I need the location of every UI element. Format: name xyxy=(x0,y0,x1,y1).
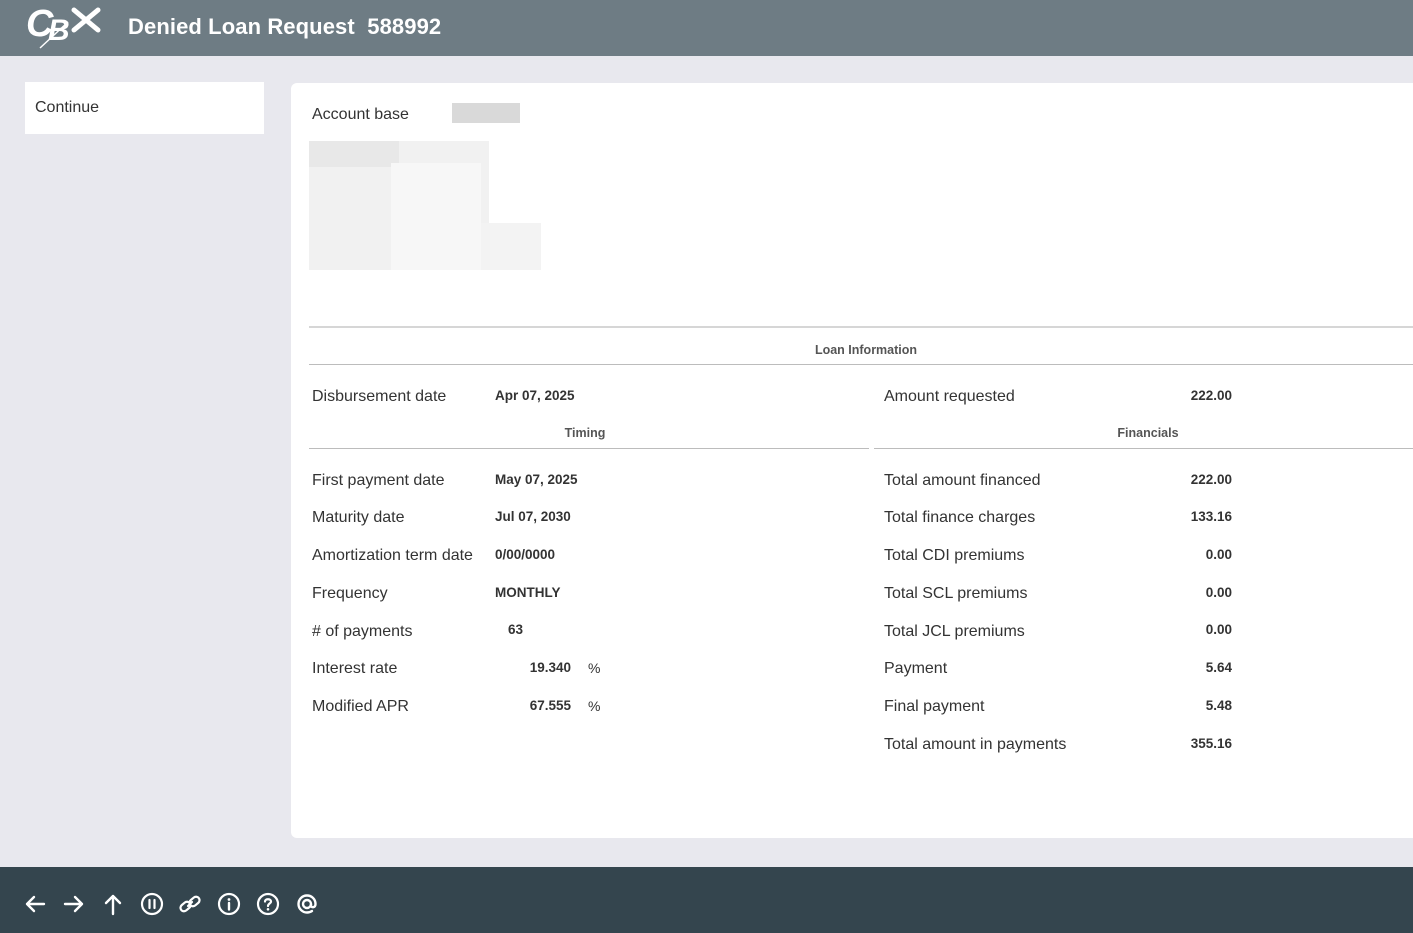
first-payment-date-value: May 07, 2025 xyxy=(495,472,578,487)
loan-information-heading: Loan Information xyxy=(814,343,918,357)
final-payment-label: Final payment xyxy=(884,698,985,715)
total-jcl-premiums-label: Total JCL premiums xyxy=(884,623,1025,640)
modified-apr-unit: % xyxy=(588,698,601,714)
continue-button[interactable]: Continue xyxy=(25,82,264,134)
pause-icon[interactable] xyxy=(137,889,167,919)
footer-toolbar xyxy=(0,867,1413,933)
total-amount-financed-value: 222.00 xyxy=(1190,472,1232,487)
amount-requested-label: Amount requested xyxy=(884,388,1015,405)
app-header: C B Denied Loan Request 588992 xyxy=(0,0,1413,56)
page-title: Denied Loan Request 588992 xyxy=(128,14,442,39)
divider xyxy=(874,448,1413,449)
divider xyxy=(309,326,1413,328)
help-icon[interactable] xyxy=(253,889,283,919)
first-payment-date-label: First payment date xyxy=(312,472,445,489)
disbursement-date-label: Disbursement date xyxy=(312,388,447,405)
disbursement-date-value: Apr 07, 2025 xyxy=(495,388,575,403)
account-base-label: Account base xyxy=(312,106,409,123)
account-base-value-redacted xyxy=(452,103,520,123)
maturity-date-label: Maturity date xyxy=(312,509,405,526)
divider xyxy=(309,364,1413,365)
continue-label: Continue xyxy=(35,99,100,116)
arrow-right-icon[interactable] xyxy=(59,889,89,919)
total-finance-charges-label: Total finance charges xyxy=(884,509,1036,526)
at-icon[interactable] xyxy=(292,889,322,919)
total-scl-premiums-label: Total SCL premiums xyxy=(884,585,1028,602)
payment-value: 5.64 xyxy=(1205,660,1232,675)
amount-requested-value: 222.00 xyxy=(1190,388,1232,403)
loan-detail-panel: Account base Loan Information Disburseme… xyxy=(291,83,1413,838)
info-icon[interactable] xyxy=(214,889,244,919)
cbx-logo: C B xyxy=(24,2,104,50)
amortization-term-date-label: Amortization term date xyxy=(312,547,473,564)
interest-rate-value: 19.340 xyxy=(529,660,571,675)
total-amount-in-payments-value: 355.16 xyxy=(1190,736,1232,751)
frequency-label: Frequency xyxy=(312,585,388,602)
modified-apr-label: Modified APR xyxy=(312,698,409,715)
divider xyxy=(309,448,869,449)
number-of-payments-label: # of payments xyxy=(312,623,413,640)
link-icon[interactable] xyxy=(175,889,205,919)
timing-heading: Timing xyxy=(564,426,606,440)
total-finance-charges-value: 133.16 xyxy=(1190,509,1232,524)
total-scl-premiums-value: 0.00 xyxy=(1205,585,1232,600)
total-amount-in-payments-label: Total amount in payments xyxy=(884,736,1067,753)
interest-rate-unit: % xyxy=(588,660,601,676)
modified-apr-value: 67.555 xyxy=(529,698,571,713)
total-amount-financed-label: Total amount financed xyxy=(884,472,1041,489)
maturity-date-value: Jul 07, 2030 xyxy=(495,509,571,524)
financials-heading: Financials xyxy=(1117,426,1179,440)
arrow-up-icon[interactable] xyxy=(98,889,128,919)
arrow-left-icon[interactable] xyxy=(20,889,50,919)
total-cdi-premiums-value: 0.00 xyxy=(1205,547,1232,562)
payment-label: Payment xyxy=(884,660,948,677)
interest-rate-label: Interest rate xyxy=(312,660,398,677)
frequency-value: MONTHLY xyxy=(495,585,561,600)
total-cdi-premiums-label: Total CDI premiums xyxy=(884,547,1025,564)
number-of-payments-value: 63 xyxy=(508,622,524,637)
amortization-term-date-value: 0/00/0000 xyxy=(495,547,556,562)
final-payment-value: 5.48 xyxy=(1205,698,1232,713)
total-jcl-premiums-value: 0.00 xyxy=(1205,622,1232,637)
